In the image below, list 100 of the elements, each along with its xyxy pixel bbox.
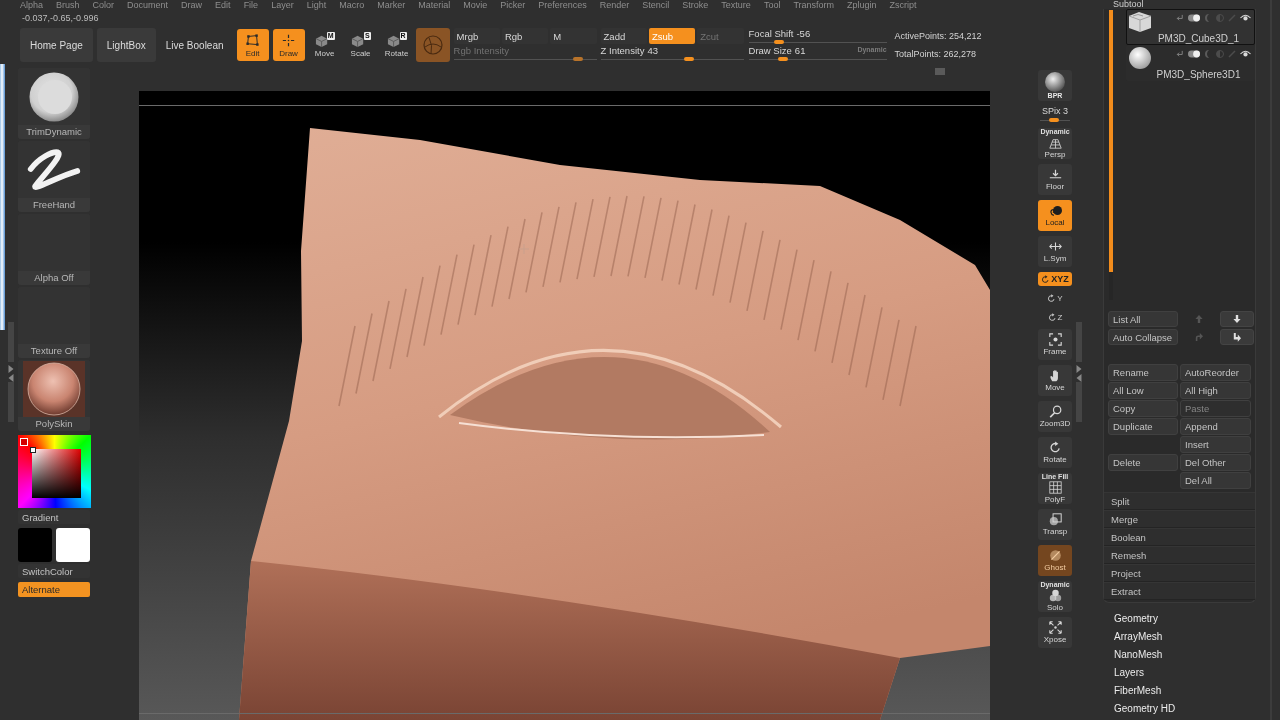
menu-item[interactable]: Macro bbox=[339, 0, 365, 11]
mode-toggle[interactable]: M bbox=[550, 28, 597, 44]
menu-button[interactable]: Remesh bbox=[1104, 546, 1255, 564]
panel-resize-handle[interactable] bbox=[8, 322, 14, 422]
move-button[interactable]: Move bbox=[1038, 365, 1072, 396]
menu-item[interactable]: Material bbox=[418, 0, 451, 11]
color-field[interactable] bbox=[32, 449, 81, 498]
menu-button[interactable]: Project bbox=[1104, 564, 1255, 582]
material-selector[interactable]: PolySkin bbox=[18, 360, 90, 431]
mode-toggle[interactable]: Rgb bbox=[501, 28, 549, 44]
menu-item[interactable]: File bbox=[243, 0, 259, 11]
edit-button[interactable]: Edit bbox=[236, 29, 269, 61]
menu-item[interactable]: Light bbox=[306, 0, 327, 11]
scrollbar-thumb[interactable] bbox=[935, 68, 945, 75]
menu-item[interactable]: Transform bbox=[793, 0, 835, 11]
menu-item[interactable]: Texture bbox=[721, 0, 751, 11]
lightbox-button[interactable]: LightBox bbox=[96, 28, 156, 62]
toggle-icon[interactable] bbox=[1188, 50, 1200, 58]
corner-arrow-icon[interactable] bbox=[1176, 14, 1184, 22]
list-option-button[interactable]: Auto Collapse bbox=[1108, 329, 1178, 345]
arrow-button[interactable] bbox=[1220, 329, 1254, 345]
gradient-button[interactable]: Gradient bbox=[18, 510, 90, 524]
frame-button[interactable]: Frame bbox=[1038, 329, 1072, 360]
action-button[interactable]: Insert bbox=[1180, 436, 1251, 453]
switch-color-button[interactable]: SwitchColor bbox=[18, 564, 90, 578]
menu-item[interactable]: Render bbox=[599, 0, 630, 11]
live-boolean-button[interactable]: Live Boolean bbox=[161, 28, 228, 62]
crescent-icon[interactable] bbox=[1204, 50, 1212, 58]
menu-item[interactable]: Zscript bbox=[889, 0, 917, 11]
axis-rotation-button[interactable]: Y bbox=[1038, 291, 1072, 305]
menu-button[interactable]: Split bbox=[1104, 492, 1255, 510]
action-button[interactable]: Duplicate bbox=[1108, 418, 1178, 435]
color-swatch-icon[interactable] bbox=[18, 528, 52, 562]
menu-button[interactable]: Merge bbox=[1104, 510, 1255, 528]
action-button[interactable]: Del Other bbox=[1180, 454, 1251, 471]
list-option-button[interactable]: List All bbox=[1108, 311, 1178, 327]
action-button[interactable]: Delete bbox=[1108, 454, 1178, 471]
palette-header[interactable]: NanoMesh bbox=[1114, 646, 1163, 664]
rotate-arrow-icon bbox=[1048, 441, 1062, 454]
menu-item[interactable]: Tool bbox=[763, 0, 781, 11]
toggle-icon[interactable] bbox=[1188, 14, 1200, 22]
menu-item[interactable]: Preferences bbox=[538, 0, 587, 11]
action-button[interactable]: All Low bbox=[1108, 382, 1178, 399]
menu-button[interactable]: Boolean bbox=[1104, 528, 1255, 546]
palette-header[interactable]: Geometry HD bbox=[1114, 700, 1176, 718]
slider-thumb[interactable] bbox=[778, 57, 788, 61]
mode-toggle[interactable]: Zadd bbox=[600, 28, 647, 44]
action-button[interactable]: Del All bbox=[1180, 472, 1251, 489]
material-button[interactable] bbox=[415, 28, 450, 62]
alternate-button[interactable]: Alternate bbox=[18, 582, 90, 597]
menu-item[interactable]: Alpha bbox=[20, 0, 44, 11]
menu-item[interactable]: Picker bbox=[500, 0, 526, 11]
menu-item[interactable]: Document bbox=[127, 0, 169, 11]
draw-button[interactable]: Draw bbox=[272, 29, 305, 61]
transparency-button[interactable]: Transp bbox=[1038, 509, 1072, 540]
action-button[interactable]: All High bbox=[1180, 382, 1251, 399]
palette-header[interactable]: ArrayMesh bbox=[1114, 628, 1163, 646]
slider-thumb[interactable] bbox=[1048, 118, 1059, 122]
action-button[interactable]: Append bbox=[1180, 418, 1251, 435]
palette-header[interactable]: FiberMesh bbox=[1114, 682, 1162, 700]
action-button[interactable]: AutoReorder bbox=[1180, 364, 1251, 381]
slider-thumb[interactable] bbox=[684, 57, 695, 61]
menu-item[interactable]: Color bbox=[92, 0, 115, 11]
panel-title[interactable]: Subtool bbox=[1103, 0, 1280, 9]
menu-item[interactable]: Movie bbox=[463, 0, 488, 11]
rotate-button[interactable]: Rotate bbox=[1038, 437, 1072, 468]
floor-button[interactable]: Floor bbox=[1038, 164, 1072, 195]
eye-icon[interactable] bbox=[1240, 50, 1251, 58]
menu-item[interactable]: Zplugin bbox=[847, 0, 877, 11]
panel-resize-handle[interactable] bbox=[1076, 322, 1082, 422]
menu-button[interactable]: Extract bbox=[1104, 582, 1255, 600]
mode-toggle[interactable]: Mrgb bbox=[453, 28, 500, 44]
corner-arrow-icon[interactable] bbox=[1176, 50, 1184, 58]
arrow-button[interactable] bbox=[1220, 311, 1254, 327]
viewport-canvas[interactable] bbox=[139, 91, 990, 720]
local-button[interactable]: Local bbox=[1038, 200, 1072, 231]
zoom-button[interactable]: Zoom3D bbox=[1038, 401, 1072, 432]
menu-item[interactable]: Layer bbox=[271, 0, 294, 11]
menu-item[interactable]: Draw bbox=[181, 0, 203, 11]
menu-item[interactable]: Edit bbox=[215, 0, 231, 11]
action-button[interactable]: Copy bbox=[1108, 400, 1178, 417]
subtool-item[interactable]: PM3D_Cube3D_1 bbox=[1126, 9, 1255, 45]
menu-item[interactable]: Brush bbox=[56, 0, 80, 11]
home-page-button[interactable]: Home Page bbox=[20, 28, 93, 62]
eye-icon[interactable] bbox=[1240, 14, 1251, 22]
symmetry-button[interactable]: L.Sym bbox=[1038, 236, 1072, 267]
menu-item[interactable]: Stencil bbox=[642, 0, 670, 11]
perspective-grid-icon bbox=[1048, 136, 1062, 149]
color-picker[interactable] bbox=[18, 435, 91, 508]
slider-track[interactable] bbox=[453, 56, 597, 62]
color-swatch-icon[interactable] bbox=[56, 528, 90, 562]
palette-header[interactable]: Layers bbox=[1114, 664, 1144, 682]
menu-item[interactable]: Stroke bbox=[682, 0, 709, 11]
action-button[interactable]: Rename bbox=[1108, 364, 1178, 381]
axis-rotation-button[interactable]: Z bbox=[1038, 310, 1072, 324]
xpose-button[interactable]: Xpose bbox=[1038, 617, 1072, 648]
palette-header[interactable]: Geometry bbox=[1114, 610, 1158, 628]
menu-item[interactable]: Marker bbox=[377, 0, 406, 11]
xyz-rotation-button[interactable]: XYZ bbox=[1038, 272, 1072, 286]
slider-thumb[interactable] bbox=[774, 40, 785, 44]
